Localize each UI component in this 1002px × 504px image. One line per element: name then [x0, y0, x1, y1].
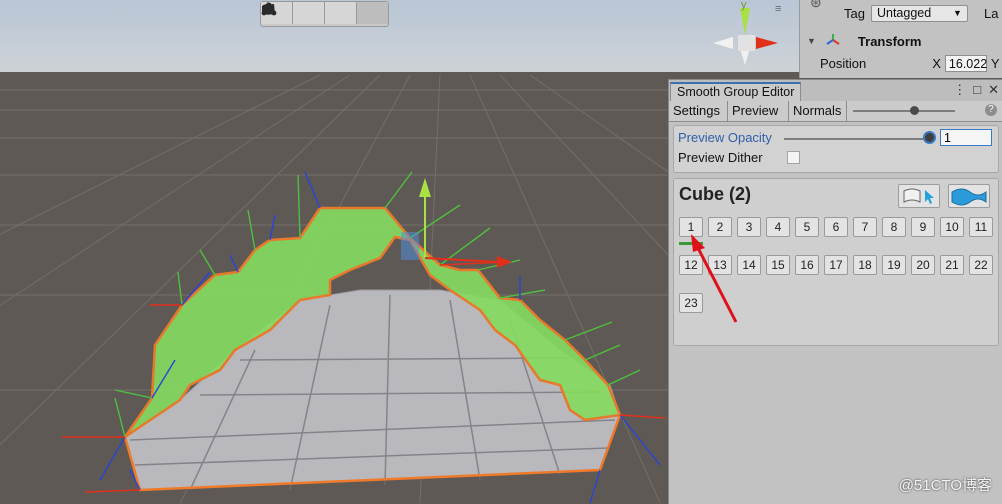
preview-settings-panel: Preview Opacity 1 Preview Dither — [673, 125, 999, 173]
position-row: Position X 16.022 Y — [800, 52, 1000, 74]
maximize-icon[interactable]: □ — [973, 82, 981, 98]
smooth-group-button-3[interactable]: 3 — [737, 217, 761, 237]
smooth-group-button-20[interactable]: 20 — [911, 255, 935, 275]
close-icon[interactable]: ✕ — [988, 82, 999, 98]
smooth-group-button-17[interactable]: 17 — [824, 255, 848, 275]
smooth-group-button-2[interactable]: 2 — [708, 217, 732, 237]
smooth-group-button-21[interactable]: 21 — [940, 255, 964, 275]
svg-text:y: y — [741, 0, 747, 11]
select-faces-icon — [903, 188, 934, 204]
smooth-group-button-15[interactable]: 15 — [766, 255, 790, 275]
smooth-group-button-4[interactable]: 4 — [766, 217, 790, 237]
editor-title-bar: Smooth Group Editor ⋮ □ ✕ — [669, 80, 1002, 102]
preview-dither-checkbox[interactable] — [787, 151, 800, 164]
help-icon[interactable]: ? — [985, 104, 997, 116]
tag-row: ⊛ Tag Untagged ▼ La — [800, 0, 999, 24]
smooth-group-button-6[interactable]: 6 — [824, 217, 848, 237]
auto-smooth-button[interactable] — [948, 184, 990, 208]
smooth-group-button-14[interactable]: 14 — [737, 255, 761, 275]
layer-label: La — [983, 5, 999, 21]
editor-window-tab[interactable]: Smooth Group Editor — [670, 82, 802, 101]
watermark: @51CTO博客 — [898, 477, 992, 494]
tab-normals[interactable]: Normals — [789, 101, 847, 121]
transform-title: Transform — [857, 33, 922, 49]
preview-opacity-field[interactable]: 1 — [940, 129, 992, 146]
more-options-icon[interactable]: ⋮ — [953, 82, 966, 98]
smooth-group-button-12[interactable]: 12 — [679, 255, 703, 275]
transform-header[interactable]: ▼ Transform — [800, 30, 922, 52]
smooth-group-button-11[interactable]: 11 — [969, 217, 993, 237]
smooth-group-button-16[interactable]: 16 — [795, 255, 819, 275]
editor-toolbar: Settings Preview Normals ? — [669, 101, 1002, 122]
group-1-active-indicator — [679, 242, 703, 245]
smooth-group-button-10[interactable]: 10 — [940, 217, 964, 237]
inspector-panel: ⊛ Tag Untagged ▼ La ▼ Transform Position… — [799, 0, 1002, 78]
tab-preview[interactable]: Preview — [728, 101, 789, 121]
preview-dither-label: Preview Dither — [678, 150, 763, 165]
smooth-group-button-8[interactable]: 8 — [882, 217, 906, 237]
smooth-group-button-9[interactable]: 9 — [911, 217, 935, 237]
smooth-group-button-7[interactable]: 7 — [853, 217, 877, 237]
smooth-group-editor-window: Smooth Group Editor ⋮ □ ✕ Settings Previ… — [668, 79, 1002, 504]
chevron-down-icon: ▼ — [953, 8, 962, 18]
smooth-groups-panel: Cube (2) 1 2 3 4 5 6 7 8 9 10 11 12 13 14 15 16 17 18 19 20… — [673, 178, 999, 346]
x-axis-label: X — [932, 55, 941, 71]
tag-value: Untagged — [876, 6, 932, 20]
face-mode-icon[interactable] — [263, 2, 388, 24]
smooth-group-button-22[interactable]: 22 — [969, 255, 993, 275]
transform-icon — [826, 33, 840, 50]
normals-size-slider-handle[interactable] — [910, 106, 919, 115]
smooth-surface-icon — [951, 188, 987, 206]
preview-opacity-label: Preview Opacity — [678, 130, 772, 145]
object-name: Cube (2) — [679, 184, 751, 204]
position-label: Position — [820, 55, 867, 71]
preview-opacity-slider-handle[interactable] — [923, 131, 936, 144]
preview-opacity-slider[interactable] — [784, 138, 932, 140]
vertex-mode-icon[interactable] — [261, 2, 325, 24]
tag-label: Tag — [844, 5, 865, 21]
smooth-group-button-5[interactable]: 5 — [795, 217, 819, 237]
select-by-group-button[interactable] — [898, 184, 940, 208]
smooth-group-button-23[interactable]: 23 — [679, 293, 703, 313]
tab-settings[interactable]: Settings — [669, 101, 728, 121]
smooth-group-button-18[interactable]: 18 — [853, 255, 877, 275]
edge-mode-icon[interactable] — [263, 2, 357, 24]
smooth-group-button-13[interactable]: 13 — [708, 255, 732, 275]
normals-size-slider[interactable] — [853, 110, 955, 112]
scene-edit-mode-toolbar — [260, 1, 389, 27]
smooth-group-button-19[interactable]: 19 — [882, 255, 906, 275]
tag-dropdown[interactable]: Untagged ▼ — [870, 4, 968, 22]
gameobject-icon: ⊛ — [810, 0, 822, 10]
y-axis-label: Y — [990, 55, 1000, 71]
foldout-arrow-icon[interactable]: ▼ — [807, 36, 816, 46]
smooth-group-button-1[interactable]: 1 — [679, 217, 703, 237]
position-x-field[interactable]: 16.022 — [944, 54, 987, 72]
svg-text:≡: ≡ — [775, 3, 781, 15]
